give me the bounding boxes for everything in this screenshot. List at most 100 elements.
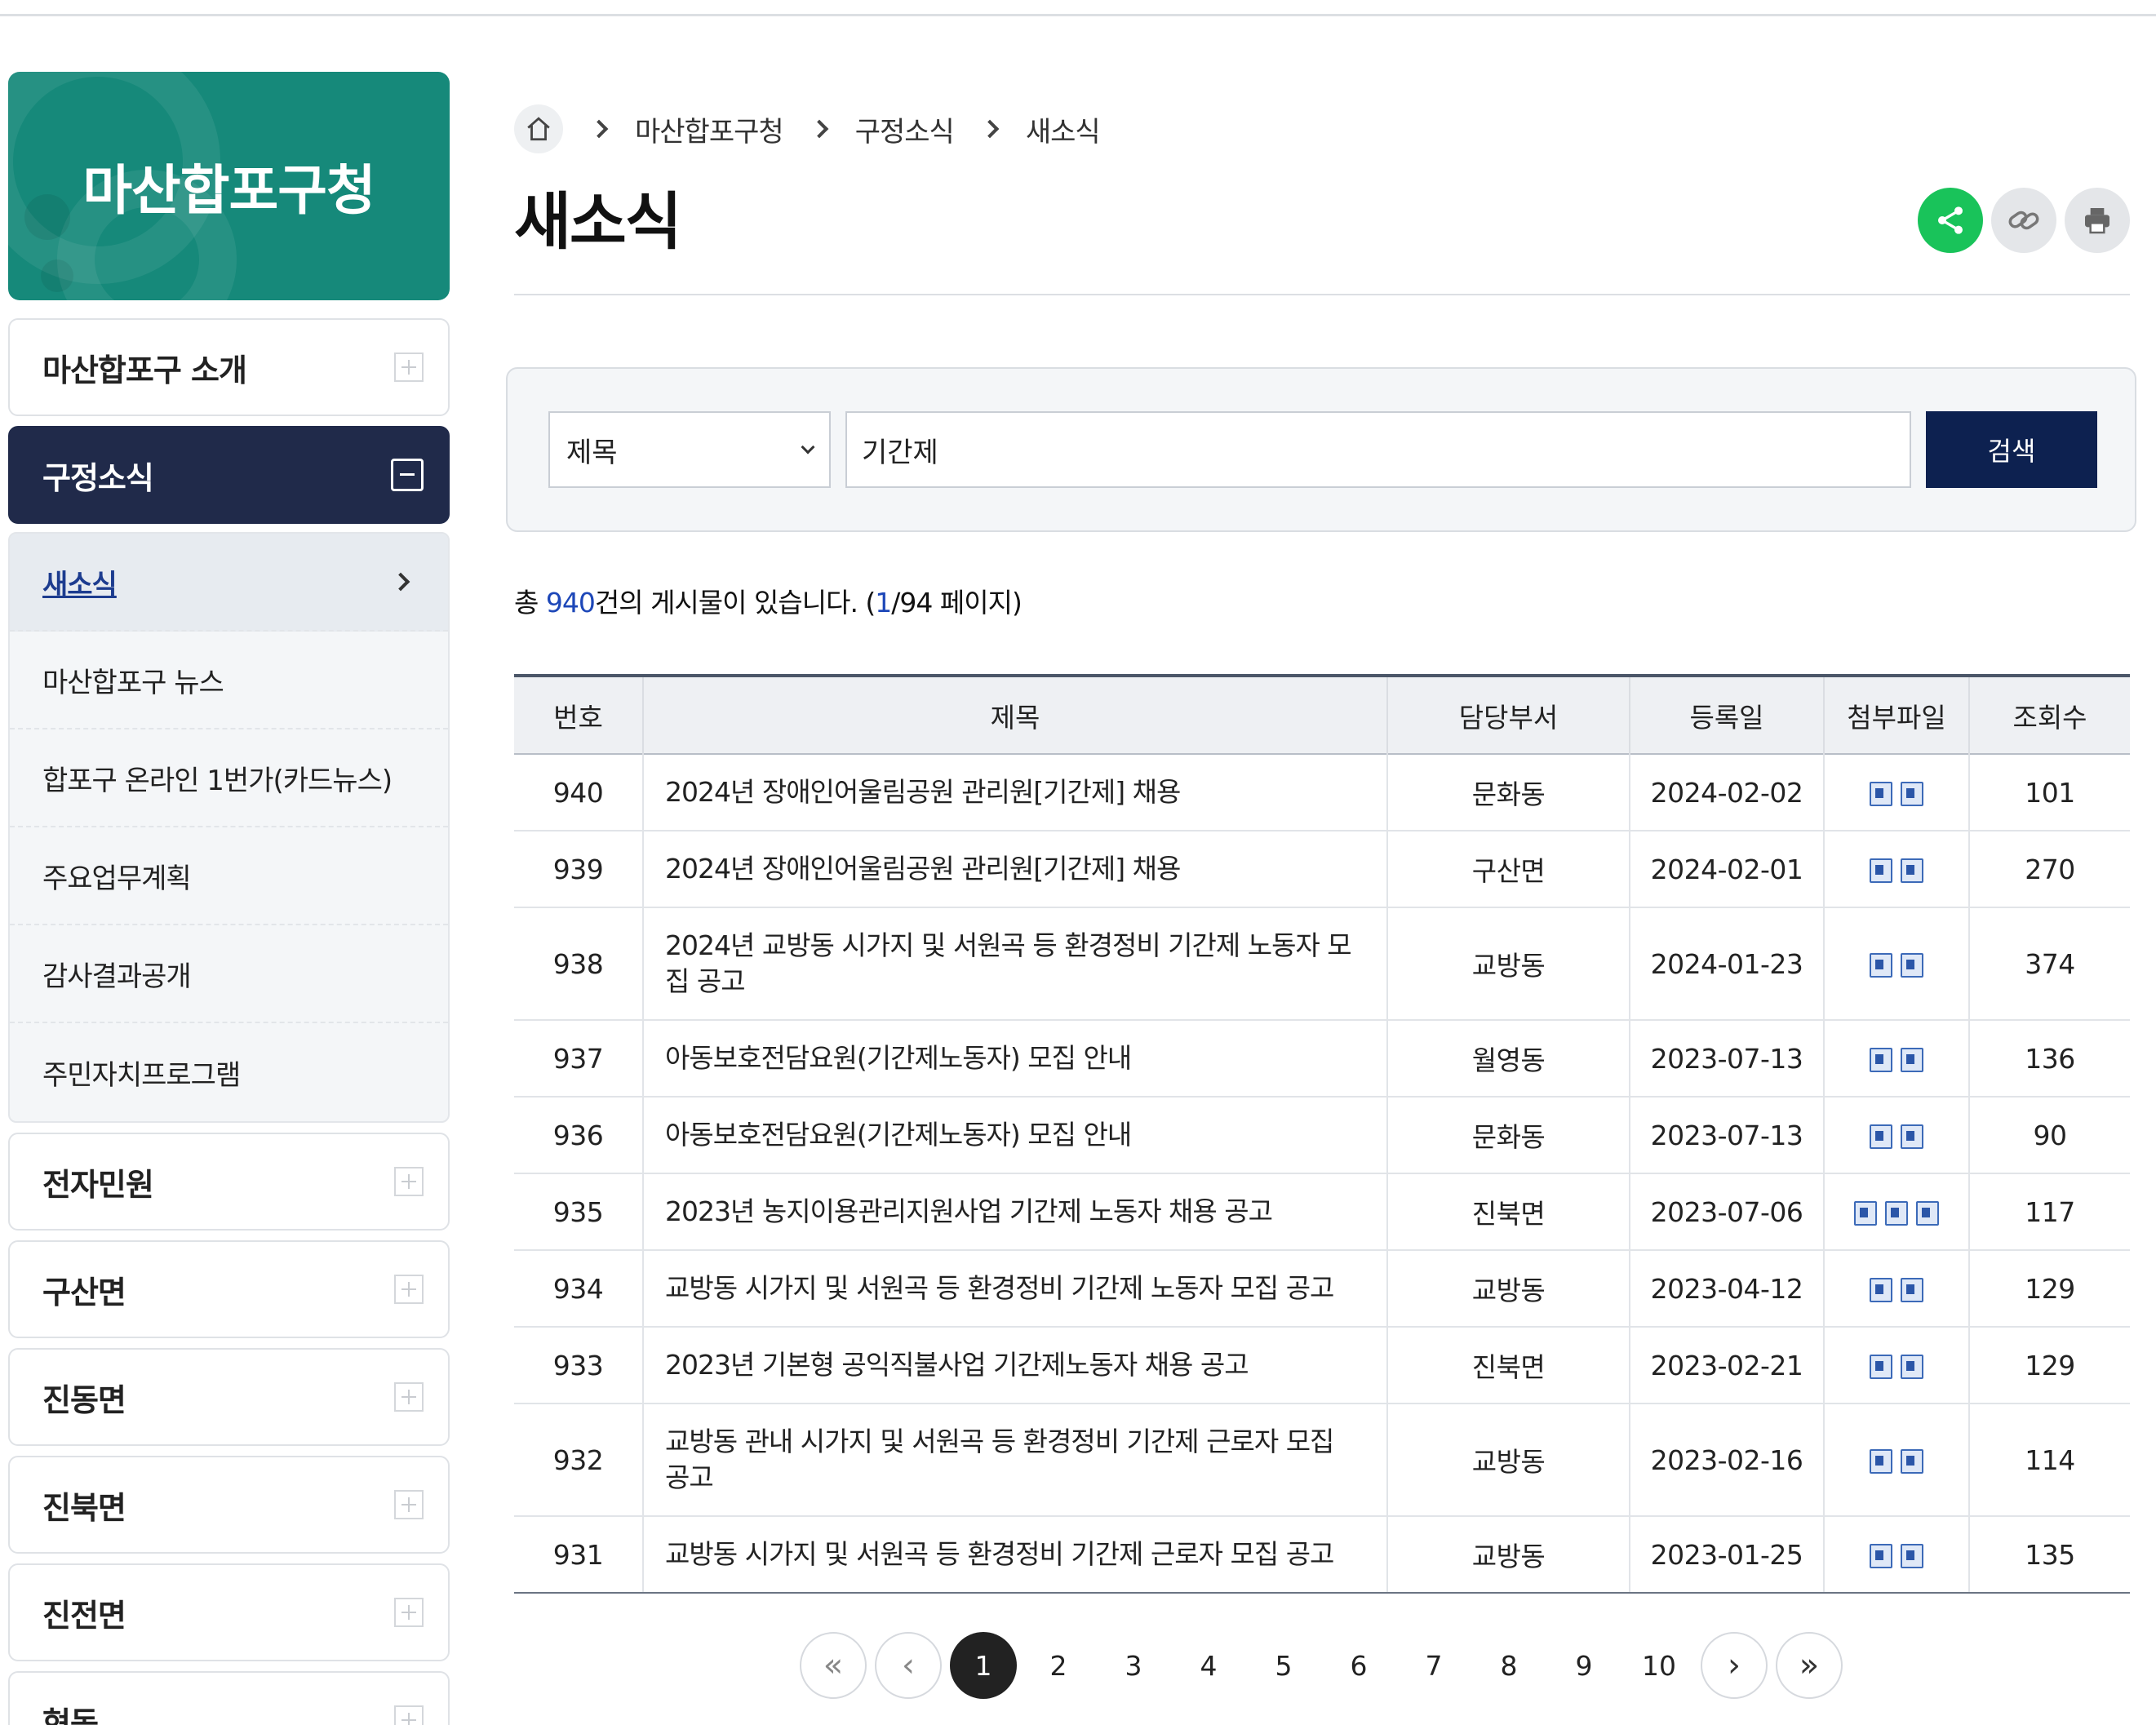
page-number[interactable]: 5: [1250, 1632, 1317, 1699]
attachment-file-icon[interactable]: [1901, 1355, 1923, 1379]
attachment-file-icon[interactable]: [1901, 1449, 1923, 1474]
menu-item-civil[interactable]: 전자민원: [8, 1133, 450, 1231]
collapse-minus-icon[interactable]: [391, 459, 424, 491]
attachment-file-icon[interactable]: [1901, 953, 1923, 978]
page-number[interactable]: 4: [1175, 1632, 1242, 1699]
page-number[interactable]: 7: [1400, 1632, 1467, 1699]
row-title-link[interactable]: 교방동 시가지 및 서원곡 등 환경정비 기간제 근로자 모집 공고: [642, 1516, 1387, 1594]
expand-plus-icon[interactable]: [394, 1275, 424, 1304]
attachment-file-icon[interactable]: [1885, 1201, 1908, 1226]
row-views: 90: [1968, 1097, 2130, 1174]
table-row[interactable]: 935 2023년 농지이용관리지원사업 기간제 노동자 채용 공고 진북면 2023…: [514, 1173, 2130, 1251]
expand-plus-icon[interactable]: [394, 353, 424, 382]
row-title-link[interactable]: 2023년 기본형 공익직불사업 기간제노동자 채용 공고: [642, 1327, 1387, 1404]
row-title-link[interactable]: 2023년 농지이용관리지원사업 기간제 노동자 채용 공고: [642, 1173, 1387, 1251]
table-row[interactable]: 939 2024년 장애인어울림공원 관리원[기간제] 채용 구산면 2024-02-…: [514, 831, 2130, 908]
prev-page-button[interactable]: ‹: [875, 1632, 942, 1699]
attachment-file-icon[interactable]: [1901, 1048, 1923, 1072]
breadcrumb-item[interactable]: 새소식: [1026, 109, 1101, 149]
breadcrumb-item[interactable]: 구정소식: [855, 109, 955, 149]
row-department: 문화동: [1386, 754, 1630, 831]
print-icon[interactable]: [2065, 188, 2130, 253]
submenu-item[interactable]: 합포구 온라인 1번가(카드뉴스): [10, 729, 448, 827]
expand-plus-icon[interactable]: [394, 1167, 424, 1196]
row-title-link[interactable]: 아동보호전담요원(기간제노동자) 모집 안내: [642, 1097, 1387, 1174]
submenu-item[interactable]: 감사결과공개: [10, 925, 448, 1023]
menu-item-gusan[interactable]: 구산면: [8, 1240, 450, 1338]
page-number[interactable]: 2: [1025, 1632, 1092, 1699]
menu-item-jindong[interactable]: 진동면: [8, 1348, 450, 1446]
row-attachments: [1823, 1516, 1969, 1594]
attachment-file-icon[interactable]: [1870, 1278, 1892, 1302]
submenu-item[interactable]: 주요업무계획: [10, 827, 448, 925]
row-title-link[interactable]: 2024년 장애인어울림공원 관리원[기간제] 채용: [642, 754, 1387, 831]
menu-item-news-active[interactable]: 구정소식: [8, 426, 450, 524]
attachment-file-icon[interactable]: [1870, 1544, 1892, 1568]
next-page-button[interactable]: ›: [1701, 1632, 1768, 1699]
attachment-file-icon[interactable]: [1870, 953, 1892, 978]
table-row[interactable]: 934 교방동 시가지 및 서원곡 등 환경정비 기간제 노동자 모집 공고 교방동…: [514, 1250, 2130, 1328]
page-number[interactable]: 10: [1626, 1632, 1692, 1699]
attachment-file-icon[interactable]: [1870, 1124, 1892, 1149]
menu-item-jinjeon[interactable]: 진전면: [8, 1563, 450, 1661]
row-attachments: [1823, 1097, 1969, 1174]
menu-item-intro[interactable]: 마산합포구 소개: [8, 318, 450, 416]
table-row[interactable]: 933 2023년 기본형 공익직불사업 기간제노동자 채용 공고 진북면 2023-…: [514, 1327, 2130, 1404]
row-title-link[interactable]: 교방동 관내 시가지 및 서원곡 등 환경정비 기간제 근로자 모집 공고: [642, 1404, 1387, 1517]
attachment-file-icon[interactable]: [1870, 1355, 1892, 1379]
breadcrumb-item[interactable]: 마산합포구청: [635, 109, 784, 149]
attachment-file-icon[interactable]: [1901, 1124, 1923, 1149]
table-row[interactable]: 940 2024년 장애인어울림공원 관리원[기간제] 채용 문화동 2024-02-…: [514, 754, 2130, 831]
page-number-current[interactable]: 1: [950, 1632, 1017, 1699]
table-row[interactable]: 937 아동보호전담요원(기간제노동자) 모집 안내 월영동 2023-07-13 13…: [514, 1020, 2130, 1098]
page-number[interactable]: 8: [1475, 1632, 1542, 1699]
table-row[interactable]: 936 아동보호전담요원(기간제노동자) 모집 안내 문화동 2023-07-13 90: [514, 1097, 2130, 1174]
link-icon[interactable]: [1991, 188, 2056, 253]
row-title-link[interactable]: 2024년 장애인어울림공원 관리원[기간제] 채용: [642, 831, 1387, 908]
row-title-link[interactable]: 2024년 교방동 시가지 및 서원곡 등 환경정비 기간제 노동자 모집 공고: [642, 907, 1387, 1021]
attachment-file-icon[interactable]: [1901, 858, 1923, 883]
attachment-file-icon[interactable]: [1916, 1201, 1939, 1226]
search-field-select[interactable]: 제목: [548, 411, 831, 488]
last-page-button[interactable]: »: [1776, 1632, 1843, 1699]
attachment-file-icon[interactable]: [1870, 1048, 1892, 1072]
menu-item-label: 전자민원: [42, 1166, 154, 1203]
expand-plus-icon[interactable]: [394, 1382, 424, 1412]
attachment-file-icon[interactable]: [1870, 782, 1892, 806]
submenu-item[interactable]: 마산합포구 뉴스: [10, 632, 448, 729]
menu-item-jinbuk[interactable]: 진북면: [8, 1456, 450, 1554]
share-icon[interactable]: [1918, 188, 1983, 253]
brand-banner[interactable]: 마산합포구청: [8, 72, 450, 300]
expand-plus-icon[interactable]: [394, 1490, 424, 1519]
attachment-file-icon[interactable]: [1870, 1449, 1892, 1474]
row-number: 935: [514, 1173, 643, 1251]
chevron-right-icon: ›: [1728, 1647, 1741, 1684]
menu-item-hyeondong[interactable]: 현동: [8, 1671, 450, 1725]
row-title-link[interactable]: 아동보호전담요원(기간제노동자) 모집 안내: [642, 1020, 1387, 1098]
expand-plus-icon[interactable]: [394, 1598, 424, 1627]
search-panel: 제목 기간제 검색: [506, 367, 2136, 532]
attachment-file-icon[interactable]: [1854, 1201, 1877, 1226]
submenu-item[interactable]: 주민자치프로그램: [10, 1023, 448, 1121]
attachment-file-icon[interactable]: [1870, 858, 1892, 883]
chevron-down-icon: [801, 440, 815, 455]
page-number[interactable]: 6: [1325, 1632, 1392, 1699]
page-number[interactable]: 3: [1100, 1632, 1167, 1699]
row-department: 구산면: [1386, 831, 1630, 908]
attachment-list: [1854, 1201, 1939, 1226]
attachment-file-icon[interactable]: [1901, 1544, 1923, 1568]
row-date: 2024-02-02: [1629, 754, 1824, 831]
home-icon[interactable]: [514, 104, 563, 153]
search-button[interactable]: 검색: [1926, 411, 2097, 488]
table-row[interactable]: 932 교방동 관내 시가지 및 서원곡 등 환경정비 기간제 근로자 모집 공고…: [514, 1404, 2130, 1517]
first-page-button[interactable]: «: [800, 1632, 867, 1699]
attachment-file-icon[interactable]: [1901, 782, 1923, 806]
row-title-link[interactable]: 교방동 시가지 및 서원곡 등 환경정비 기간제 노동자 모집 공고: [642, 1250, 1387, 1328]
search-input[interactable]: 기간제: [845, 411, 1911, 488]
table-row[interactable]: 938 2024년 교방동 시가지 및 서원곡 등 환경정비 기간제 노동자 모집…: [514, 907, 2130, 1021]
submenu-item-current[interactable]: 새소식: [10, 534, 448, 632]
attachment-file-icon[interactable]: [1901, 1278, 1923, 1302]
table-row[interactable]: 931 교방동 시가지 및 서원곡 등 환경정비 기간제 근로자 모집 공고 교방동…: [514, 1516, 2130, 1594]
expand-plus-icon[interactable]: [394, 1705, 424, 1725]
page-number[interactable]: 9: [1550, 1632, 1617, 1699]
